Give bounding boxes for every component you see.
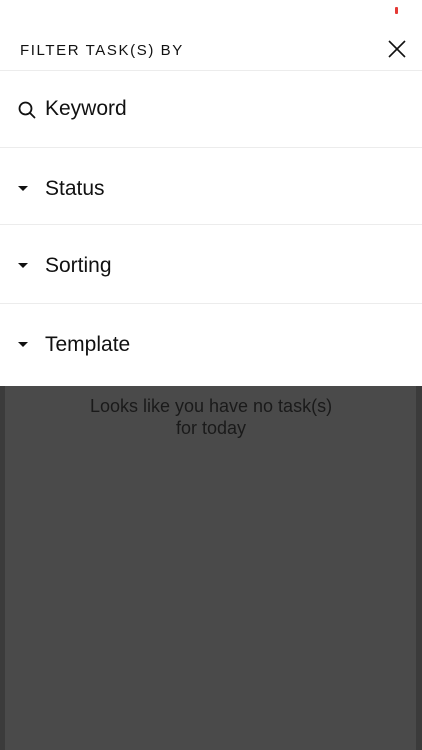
filter-title: FILTER TASK(S) BY bbox=[20, 42, 184, 59]
search-icon bbox=[18, 101, 36, 119]
close-button[interactable] bbox=[386, 38, 408, 60]
caret-down-icon bbox=[18, 342, 28, 347]
battery-indicator bbox=[395, 7, 398, 14]
overlay-edge bbox=[416, 386, 422, 750]
caret-down-icon bbox=[18, 186, 28, 191]
caret-down-icon bbox=[18, 263, 28, 268]
filter-header: FILTER TASK(S) BY bbox=[0, 28, 422, 71]
overlay-edge bbox=[0, 386, 5, 750]
filter-template[interactable]: Template bbox=[0, 304, 422, 386]
status-bar bbox=[0, 0, 422, 28]
filter-sorting-label: Sorting bbox=[45, 254, 112, 277]
filter-keyword-label: Keyword bbox=[45, 97, 127, 120]
empty-state-line: Looks like you have no task(s) bbox=[89, 396, 333, 416]
empty-state-message: Looks like you have no task(s) for today bbox=[0, 395, 422, 439]
empty-state-line: for today bbox=[175, 418, 247, 438]
filter-status-label: Status bbox=[45, 177, 105, 200]
filter-panel: FILTER TASK(S) BY Keyword Status Sorting… bbox=[0, 28, 422, 386]
filter-template-label: Template bbox=[45, 333, 131, 356]
close-icon bbox=[388, 40, 406, 58]
filter-keyword[interactable]: Keyword bbox=[0, 71, 422, 148]
background-overlay[interactable]: Looks like you have no task(s) for today bbox=[0, 386, 422, 750]
filter-status[interactable]: Status bbox=[0, 148, 422, 225]
filter-sorting[interactable]: Sorting bbox=[0, 225, 422, 304]
